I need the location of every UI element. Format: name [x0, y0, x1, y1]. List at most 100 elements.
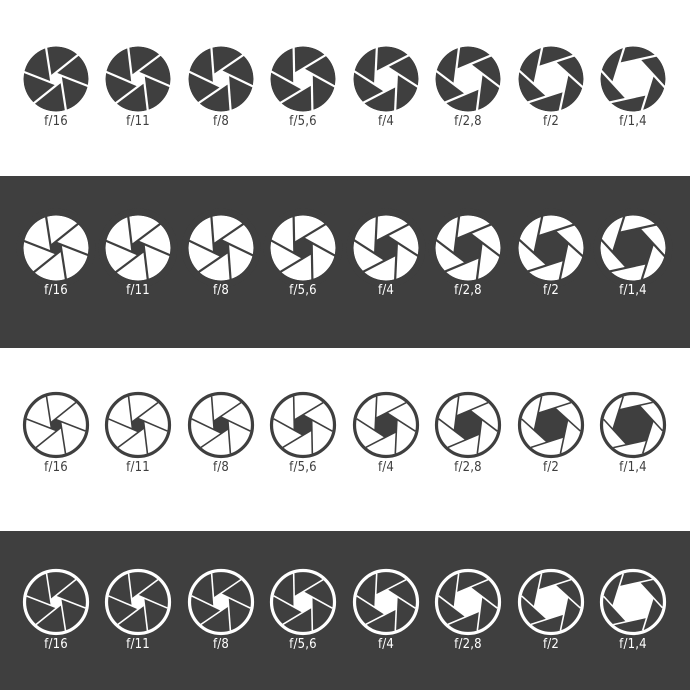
camera-aperture-icon — [434, 391, 502, 459]
aperture-cell: f/16 — [21, 390, 91, 500]
f-stop-label: f/1,4 — [619, 637, 647, 652]
camera-aperture-icon — [16, 208, 96, 288]
blade-edge — [210, 396, 215, 430]
f-stop-label: f/5,6 — [289, 637, 317, 652]
aperture-cell: f/11 — [98, 39, 178, 154]
camera-aperture-icon — [269, 568, 337, 636]
f-stop-label: f/11 — [126, 283, 150, 298]
aperture-cell: f/16 — [21, 567, 91, 677]
camera-aperture-icon — [599, 391, 667, 459]
f-stop-label: f/11 — [126, 114, 150, 129]
blade-edge — [292, 396, 296, 431]
blade-edge — [213, 401, 242, 423]
blade-edge — [127, 573, 134, 607]
camera-aperture-icon — [428, 208, 508, 288]
blade-edge — [127, 396, 134, 430]
f-stop-label: f/4 — [377, 637, 395, 652]
f-stop-label: f/16 — [44, 637, 68, 652]
aperture-cell: f/11 — [98, 208, 178, 323]
blade-edge — [117, 427, 145, 449]
aperture-cell: f/8 — [181, 39, 261, 154]
camera-aperture-icon — [352, 391, 420, 459]
aperture-cell: f/5,6 — [268, 567, 338, 677]
camera-aperture-icon — [104, 568, 172, 636]
aperture-cell: f/2,8 — [433, 567, 503, 677]
f-stop-label: f/2,8 — [454, 283, 482, 298]
blade-edge — [35, 603, 62, 626]
aperture-cell: f/16 — [16, 208, 96, 323]
blade-edge — [200, 604, 229, 626]
aperture-cell: f/2,8 — [428, 39, 508, 154]
aperture-cell: f/5,6 — [268, 390, 338, 500]
aperture-cell: f/11 — [103, 567, 173, 677]
aperture-cell: f/2,8 — [428, 208, 508, 323]
f-stop-label: f/8 — [212, 114, 230, 129]
blade-gap — [292, 213, 296, 254]
f-stop-label: f/11 — [126, 637, 150, 652]
camera-aperture-icon — [434, 568, 502, 636]
aperture-cell: f/11 — [103, 390, 173, 500]
aperture-icon-sheet: f/16 f/11 f/8 f/5,6 f/4 f/2,8 f/2 f/1,4 f/16 f/11… — [0, 0, 690, 690]
f-stop-label: f/4 — [377, 114, 395, 129]
camera-aperture-icon — [22, 391, 90, 459]
blade-edge — [200, 427, 229, 449]
aperture-cell: f/1,4 — [593, 39, 673, 154]
blade-edge — [35, 426, 62, 449]
camera-aperture-icon — [263, 39, 343, 119]
f-stop-label: f/5,6 — [289, 114, 317, 129]
camera-aperture-icon — [263, 208, 343, 288]
camera-aperture-icon — [511, 208, 591, 288]
camera-aperture-icon — [599, 568, 667, 636]
f-stop-label: f/2,8 — [454, 460, 482, 475]
f-stop-label: f/5,6 — [289, 283, 317, 298]
blade-edge — [142, 597, 149, 631]
blade-edge — [45, 573, 53, 606]
f-stop-label: f/16 — [44, 114, 68, 129]
aperture-cell: f/2,8 — [433, 390, 503, 500]
blade-gap — [310, 73, 314, 114]
blade-edge — [45, 396, 53, 429]
camera-aperture-icon — [428, 39, 508, 119]
aperture-row-4: f/16 f/11 f/8 f/5,6 f/4 f/2,8 f/2 f/1,4 — [0, 567, 690, 677]
aperture-cell: f/2 — [511, 39, 591, 154]
aperture-cell: f/2 — [516, 567, 586, 677]
camera-aperture-icon — [269, 391, 337, 459]
aperture-cell: f/1,4 — [593, 208, 673, 323]
camera-aperture-icon — [352, 568, 420, 636]
f-stop-label: f/2 — [542, 283, 560, 298]
aperture-cell: f/4 — [351, 567, 421, 677]
f-stop-label: f/4 — [377, 460, 395, 475]
aperture-cell: f/4 — [351, 390, 421, 500]
f-stop-label: f/8 — [212, 460, 230, 475]
aperture-row-3: f/16 f/11 f/8 f/5,6 f/4 f/2,8 f/2 f/1,4 — [0, 390, 690, 500]
f-stop-label: f/5,6 — [289, 460, 317, 475]
blade-edge — [310, 596, 314, 631]
blade-edge — [131, 578, 159, 600]
f-stop-label: f/2,8 — [454, 114, 482, 129]
blade-edge — [142, 420, 149, 454]
aperture-cell: f/8 — [186, 390, 256, 500]
aperture-cell: f/1,4 — [598, 567, 668, 677]
camera-aperture-icon — [98, 39, 178, 119]
camera-aperture-icon — [181, 39, 261, 119]
camera-aperture-icon — [517, 391, 585, 459]
blade-gap — [310, 242, 314, 283]
blade-edge — [310, 419, 314, 454]
f-stop-label: f/2 — [542, 114, 560, 129]
aperture-cell: f/5,6 — [263, 39, 343, 154]
blade-edge — [117, 604, 145, 626]
f-stop-label: f/1,4 — [619, 283, 647, 298]
f-stop-label: f/16 — [44, 283, 68, 298]
aperture-cell: f/5,6 — [263, 208, 343, 323]
camera-aperture-icon — [104, 391, 172, 459]
aperture-cell: f/8 — [186, 567, 256, 677]
aperture-cell: f/16 — [16, 39, 96, 154]
f-stop-label: f/8 — [212, 283, 230, 298]
camera-aperture-icon — [22, 568, 90, 636]
blade-edge — [227, 420, 232, 454]
blade-edge — [227, 597, 232, 631]
aperture-cell: f/2 — [516, 390, 586, 500]
camera-aperture-icon — [16, 39, 96, 119]
camera-aperture-icon — [346, 208, 426, 288]
aperture-cell: f/8 — [181, 208, 261, 323]
